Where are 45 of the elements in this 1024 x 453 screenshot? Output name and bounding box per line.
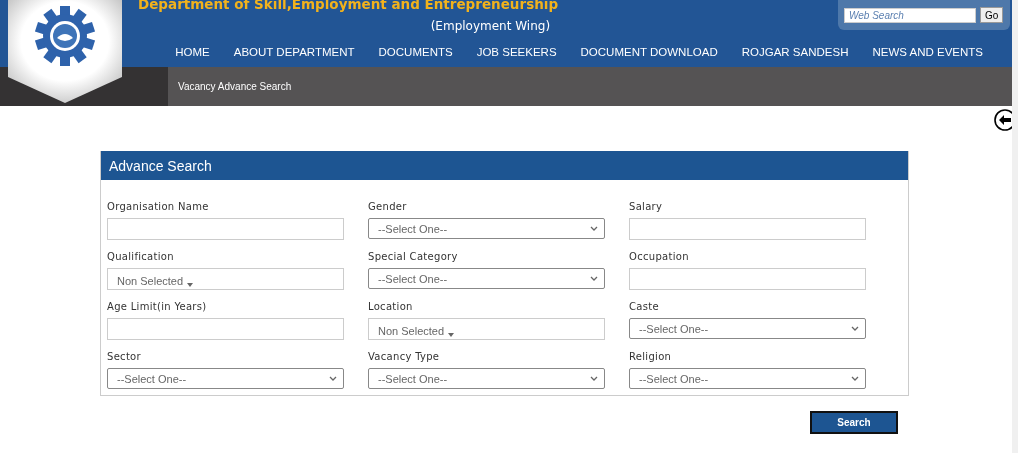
select-field[interactable]: --Select One-- <box>629 318 866 339</box>
field-label: Sector <box>107 350 142 364</box>
chevron-down-icon <box>329 376 337 381</box>
text-field[interactable] <box>629 218 866 240</box>
field-label: Vacancy Type <box>368 350 441 364</box>
select-field[interactable]: --Select One-- <box>368 218 605 239</box>
select-field[interactable]: --Select One-- <box>368 368 605 389</box>
nav-link[interactable]: HOME <box>175 46 210 58</box>
nav-link[interactable]: NEWS AND EVENTS <box>872 46 983 58</box>
chevron-down-icon <box>590 276 598 281</box>
field-label: Special Category <box>368 250 459 264</box>
breadcrumb-text: Vacancy Advance Search <box>178 81 292 92</box>
caret-icon <box>448 333 455 337</box>
nav-link[interactable]: DOCUMENT DOWNLOAD <box>580 46 718 58</box>
caret-icon <box>187 283 194 287</box>
search-button[interactable]: Search <box>810 411 898 434</box>
select-field[interactable]: --Select One-- <box>368 268 605 289</box>
chevron-down-icon <box>590 376 598 381</box>
select-field[interactable]: --Select One-- <box>107 368 344 389</box>
search-field[interactable]: Web Search <box>844 7 976 23</box>
field-label: Location <box>368 300 414 314</box>
field-label: Occupation <box>629 250 690 264</box>
select-field[interactable]: --Select One-- <box>629 368 866 389</box>
field-label: Caste <box>629 300 660 314</box>
multiselect-field[interactable]: Non Selected <box>368 318 605 340</box>
chevron-down-icon <box>851 376 859 381</box>
nav-link[interactable]: JOB SEEKERS <box>476 46 557 58</box>
field-label: Religion <box>629 350 673 364</box>
nav-link[interactable]: DOCUMENTS <box>378 46 453 58</box>
text-field[interactable] <box>629 268 866 290</box>
field-label: Salary <box>629 200 664 214</box>
chevron-down-icon <box>851 326 859 331</box>
panel-title: Advance Search <box>109 157 212 174</box>
field-label: Age Limit(in Years) <box>107 300 208 314</box>
multiselect-field[interactable]: Non Selected <box>107 268 344 290</box>
go-button[interactable]: Go <box>980 7 1004 23</box>
field-label: Organisation Name <box>107 200 210 214</box>
text-field[interactable] <box>107 218 344 240</box>
nav-link[interactable]: ABOUT DEPARTMENT <box>233 46 355 58</box>
chevron-down-icon <box>590 226 598 231</box>
field-label: Qualification <box>107 250 175 264</box>
site-subtitle: (Employment Wing) <box>430 18 551 35</box>
field-label: Gender <box>368 200 408 214</box>
nav-link[interactable]: ROJGAR SANDESH <box>741 46 849 58</box>
text-field[interactable] <box>107 318 344 340</box>
